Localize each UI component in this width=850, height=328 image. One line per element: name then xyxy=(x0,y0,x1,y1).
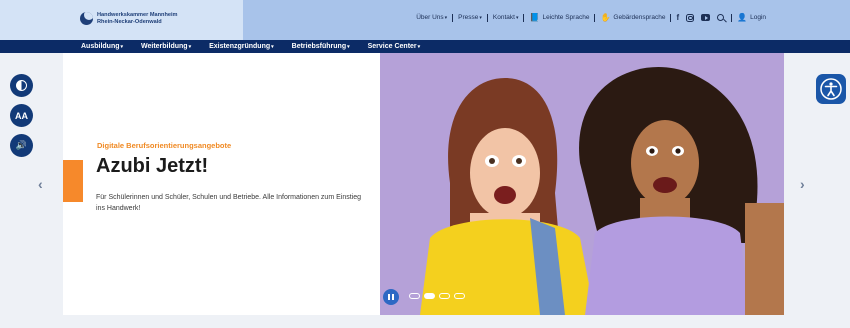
nav-item-service-center[interactable]: Service Center ▾ xyxy=(368,43,421,50)
hero-description: Für Schülerinnen und Schüler, Schulen un… xyxy=(96,194,361,212)
slide-dot-4[interactable] xyxy=(454,293,465,299)
utility-nav: Über Uns ▾ Presse ▾ Kontakt ▾ 📘 Leichte Spra… xyxy=(416,13,766,22)
logo-line-2: Rhein-Neckar-Odenwald xyxy=(97,18,162,25)
site-logo[interactable]: Handwerkskammer Mannheim Rhein-Neckar-Od… xyxy=(80,12,178,25)
chevron-down-icon: ▾ xyxy=(120,43,124,50)
hero-text-panel xyxy=(63,53,380,315)
slide-dot-2[interactable] xyxy=(424,293,435,299)
hero-image xyxy=(380,53,784,315)
leichte-sprache-link[interactable]: 📘 Leichte Sprache xyxy=(529,13,589,22)
next-slide-arrow[interactable]: › xyxy=(800,176,805,192)
chevron-down-icon: ▾ xyxy=(347,43,350,50)
slide-dot-1[interactable] xyxy=(409,293,420,299)
hero-photo-illustration xyxy=(380,53,784,315)
accent-bar xyxy=(63,160,83,202)
book-icon: 📘 xyxy=(529,13,540,22)
divider xyxy=(731,13,733,22)
divider xyxy=(670,13,672,22)
prev-slide-arrow[interactable]: ‹ xyxy=(38,176,43,192)
accessibility-icon xyxy=(820,78,842,100)
nav-item-weiterbildung[interactable]: Weiterbildung ▾ xyxy=(141,43,191,50)
logo-icon xyxy=(80,12,93,25)
chevron-down-icon: ▾ xyxy=(417,43,421,50)
font-size-label: AA xyxy=(15,110,28,121)
chevron-down-icon: ▾ xyxy=(188,43,192,50)
contrast-icon xyxy=(16,80,27,91)
accessibility-menu-button[interactable] xyxy=(816,74,846,104)
contrast-button[interactable] xyxy=(10,74,33,97)
divider xyxy=(594,13,596,22)
speaker-icon: 🔊 xyxy=(15,140,28,150)
font-size-button[interactable]: AA xyxy=(10,104,33,127)
hand-icon: ✋ xyxy=(600,13,611,22)
slide-indicators xyxy=(409,293,465,299)
facebook-icon[interactable]: f xyxy=(676,13,679,22)
util-link-ueber-uns[interactable]: Über Uns ▾ xyxy=(416,14,447,21)
read-aloud-button[interactable]: 🔊 xyxy=(10,134,33,157)
instagram-icon[interactable] xyxy=(686,13,695,22)
nav-item-existenzgruendung[interactable]: Existenzgründung ▾ xyxy=(209,43,274,50)
login-link[interactable]: 👤 Login xyxy=(737,13,766,22)
slide-dot-3[interactable] xyxy=(439,293,450,299)
youtube-icon[interactable] xyxy=(701,14,711,21)
divider xyxy=(452,13,454,22)
gebaerdensprache-link[interactable]: ✋ Gebärdensprache xyxy=(600,13,665,22)
divider xyxy=(486,13,488,22)
nav-item-ausbildung[interactable]: Ausbildung ▾ xyxy=(81,43,123,50)
main-nav: Ausbildung ▾ Weiterbildung ▾ Existenzgründ… xyxy=(0,40,850,53)
divider xyxy=(523,13,525,22)
hero-title: Azubi Jetzt! xyxy=(96,155,209,177)
user-lock-icon: 👤 xyxy=(737,13,748,22)
chevron-down-icon: ▾ xyxy=(271,43,274,50)
nav-item-betriebsfuehrung[interactable]: Betriebsführung ▾ xyxy=(292,43,350,50)
pause-button[interactable] xyxy=(383,289,399,305)
social-links: f xyxy=(676,13,726,22)
util-link-presse[interactable]: Presse ▾ xyxy=(458,14,482,21)
hero-eyebrow: Digitale Berufsorientierungsangebote xyxy=(97,141,232,150)
search-icon[interactable] xyxy=(717,14,725,21)
util-link-kontakt[interactable]: Kontakt ▾ xyxy=(493,14,519,21)
logo-line-1: Handwerkskammer Mannheim xyxy=(97,12,178,19)
